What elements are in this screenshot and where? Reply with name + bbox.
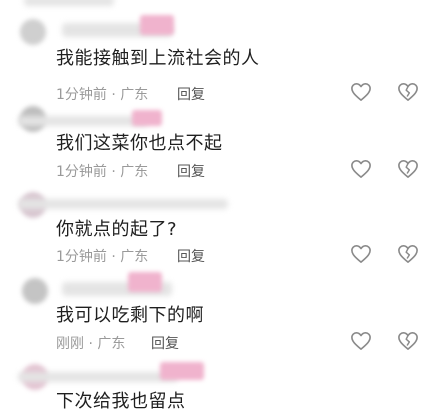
- reply-button[interactable]: 回复: [151, 333, 179, 353]
- comment-text: 你就点的起了?: [56, 219, 178, 240]
- username-redacted: [140, 15, 174, 35]
- broken-heart-outline-icon[interactable]: [397, 82, 419, 102]
- username-redacted: [128, 272, 162, 292]
- broken-heart-outline-icon[interactable]: [397, 159, 419, 179]
- username-redacted: [18, 372, 178, 382]
- comment-meta: 1分钟前 · 广东: [56, 164, 149, 180]
- reply-button[interactable]: 回复: [177, 84, 205, 104]
- comment-meta: 1分钟前 · 广东: [56, 249, 149, 265]
- cropped-comment: [0, 0, 436, 8]
- comment-text: 我能接触到上流社会的人: [56, 48, 260, 69]
- comment-text: 我可以吃剩下的啊: [56, 305, 204, 326]
- comment-meta: 刚刚 · 广东: [56, 336, 126, 352]
- heart-outline-icon[interactable]: [350, 82, 372, 102]
- username-redacted: [24, 0, 114, 6]
- reply-button[interactable]: 回复: [177, 246, 205, 266]
- comment-meta: 1分钟前 · 广东: [56, 87, 149, 103]
- username-redacted: [18, 116, 148, 126]
- comment-text: 我们这菜你也点不起: [56, 133, 223, 154]
- comment-text: 下次给我也留点: [56, 391, 186, 412]
- reply-button[interactable]: 回复: [177, 161, 205, 181]
- avatar[interactable]: [20, 19, 46, 45]
- broken-heart-outline-icon[interactable]: [397, 244, 419, 264]
- heart-outline-icon[interactable]: [350, 159, 372, 179]
- heart-outline-icon[interactable]: [350, 331, 372, 351]
- username-redacted: [160, 362, 204, 380]
- avatar[interactable]: [22, 278, 48, 304]
- username-redacted: [132, 110, 162, 126]
- username-redacted: [18, 199, 228, 209]
- heart-outline-icon[interactable]: [350, 244, 372, 264]
- broken-heart-outline-icon[interactable]: [397, 331, 419, 351]
